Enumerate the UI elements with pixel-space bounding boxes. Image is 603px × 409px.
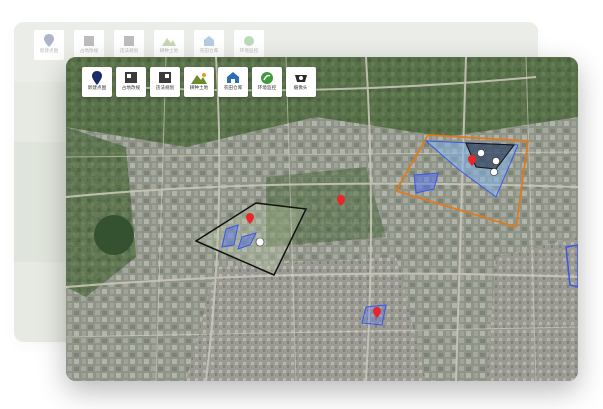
camera-marker-icon[interactable] bbox=[255, 237, 265, 247]
tool-land-occupation[interactable]: 占地改规 bbox=[116, 67, 146, 97]
blue-zone-polygon[interactable] bbox=[361, 304, 387, 326]
tool-label: 摄像头 bbox=[294, 85, 308, 91]
ghost-tool-label: 违法规划 bbox=[119, 48, 139, 54]
ghost-tool-violation: 违法规划 bbox=[114, 30, 144, 60]
tool-violation[interactable]: 违法规划 bbox=[150, 67, 180, 97]
tool-farmland[interactable]: 耕种土地 bbox=[184, 67, 214, 97]
ghost-tool-label: 农田仓库 bbox=[199, 48, 219, 54]
land-use-icon bbox=[120, 70, 142, 85]
tool-label: 环境监控 bbox=[257, 85, 277, 91]
tool-new-point[interactable]: 新建点图 bbox=[82, 67, 112, 97]
map-view[interactable]: 新建点图 占地改规 违法规划 耕种土地 农田仓库 环境监控 摄像头 bbox=[66, 57, 578, 381]
ghost-tool-farmland: 耕种土地 bbox=[154, 30, 184, 60]
ghost-tool-label: 新建点图 bbox=[39, 48, 59, 54]
farmland-icon bbox=[188, 70, 210, 85]
tool-camera[interactable]: 摄像头 bbox=[286, 67, 316, 97]
satellite-map[interactable] bbox=[66, 57, 578, 381]
background-toolbar: 新建点图 占地改规 违法规划 耕种土地 农田仓库 环境监控 bbox=[34, 30, 264, 60]
camera-marker-icon[interactable] bbox=[490, 168, 498, 176]
warehouse-icon bbox=[222, 70, 244, 85]
tool-label: 新建点图 bbox=[87, 85, 107, 91]
tool-label: 耕种土地 bbox=[189, 85, 209, 91]
map-toolbar: 新建点图 占地改规 违法规划 耕种土地 农田仓库 环境监控 摄像头 bbox=[82, 67, 316, 97]
violation-icon bbox=[154, 70, 176, 85]
screenshot-stage: 新建点图 占地改规 违法规划 耕种土地 农田仓库 环境监控 新建点图 占地改规 … bbox=[0, 0, 603, 409]
ghost-tool-label: 占地改规 bbox=[79, 48, 99, 54]
camera-icon bbox=[290, 70, 312, 85]
tool-label: 农田仓库 bbox=[223, 85, 243, 91]
tool-label: 占地改规 bbox=[121, 85, 141, 91]
camera-marker-icon[interactable] bbox=[492, 157, 500, 165]
ghost-tool-label: 耕种土地 bbox=[159, 48, 179, 54]
tool-label: 违法规划 bbox=[155, 85, 175, 91]
ghost-tool-land: 占地改规 bbox=[74, 30, 104, 60]
tool-environment[interactable]: 环境监控 bbox=[252, 67, 282, 97]
camera-marker-icon[interactable] bbox=[477, 149, 485, 157]
ghost-tool-map-pin: 新建点图 bbox=[34, 30, 64, 60]
map-pin-icon bbox=[86, 70, 108, 85]
environment-icon bbox=[256, 70, 278, 85]
ghost-tool-label: 环境监控 bbox=[239, 48, 259, 54]
ghost-tool-environment: 环境监控 bbox=[234, 30, 264, 60]
ghost-tool-warehouse: 农田仓库 bbox=[194, 30, 224, 60]
tool-warehouse[interactable]: 农田仓库 bbox=[218, 67, 248, 97]
